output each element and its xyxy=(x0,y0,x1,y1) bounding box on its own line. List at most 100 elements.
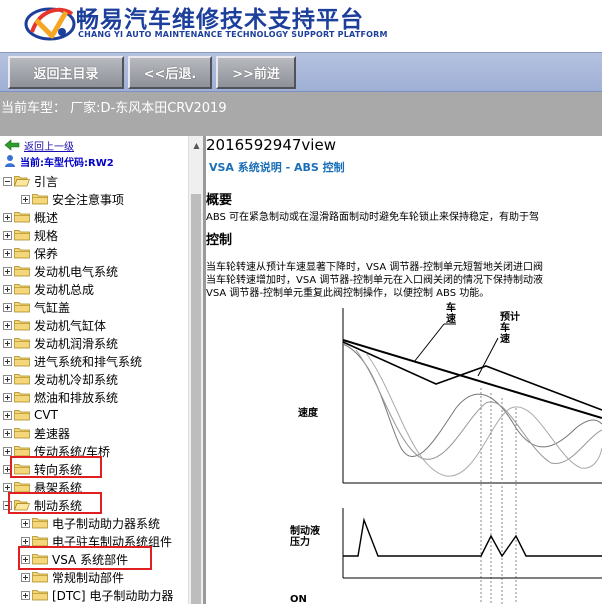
header: 畅易汽车维修技术支持平台 CHANG YI AUTO MAINTENANCE T… xyxy=(0,0,602,52)
expand-icon[interactable] xyxy=(3,230,12,240)
folder-icon xyxy=(14,373,34,385)
expand-icon[interactable] xyxy=(3,266,12,276)
expand-icon[interactable] xyxy=(21,590,30,600)
tree-item[interactable]: 转向系统 xyxy=(3,460,82,478)
folder-icon xyxy=(14,391,34,403)
tree-item[interactable]: 发动机气缸体 xyxy=(3,316,106,334)
app-window: 畅易汽车维修技术支持平台 CHANG YI AUTO MAINTENANCE T… xyxy=(0,0,602,604)
tree-item-label: 引言 xyxy=(34,174,59,189)
folder-icon xyxy=(14,211,34,223)
expand-icon[interactable] xyxy=(21,194,30,204)
expand-icon[interactable] xyxy=(21,518,30,528)
back-up-link[interactable]: 返回上一级 xyxy=(24,138,74,153)
folder-icon xyxy=(32,193,52,205)
back-to-main-button[interactable]: 返回主目录 xyxy=(8,56,124,89)
tree-item[interactable]: 发动机冷却系统 xyxy=(3,370,118,388)
tree-item-label: 转向系统 xyxy=(34,462,83,477)
abs-control-diagram: 车 速 预计 车 速 速度 制动液 压力 ON xyxy=(206,298,602,604)
previous-button[interactable]: <<后退. xyxy=(128,56,212,89)
tree-item-label: 悬架系统 xyxy=(34,480,83,495)
vehicle-speed-label: 车 速 xyxy=(446,303,456,325)
tree-item-label: [DTC] 电子制动助力器 xyxy=(52,588,174,603)
collapse-icon[interactable] xyxy=(3,176,12,186)
tree-item-label: 发动机冷却系统 xyxy=(34,372,119,387)
folder-icon xyxy=(14,301,34,313)
chang-yi-logo-icon xyxy=(24,7,76,41)
tree-item[interactable]: 概述 xyxy=(3,208,58,226)
tree-item[interactable]: 制动系统 xyxy=(3,496,82,514)
tree-item-label: 传动系统/车桥 xyxy=(34,444,111,459)
tree-item-label: 制动系统 xyxy=(34,498,83,513)
tree-item[interactable]: CVT xyxy=(3,406,58,424)
expand-icon[interactable] xyxy=(3,482,12,492)
tree-item[interactable]: 差速器 xyxy=(3,424,70,442)
tree-item[interactable]: 发动机润滑系统 xyxy=(3,334,118,352)
tree-item[interactable]: 发动机总成 xyxy=(3,280,94,298)
tree-item[interactable]: 引言 xyxy=(3,172,58,190)
document-id: 2016592947view xyxy=(206,136,336,154)
overview-text: ABS 可在紧急制动或在湿滑路面制动时避免车轮锁止来保持稳定，有助于驾 xyxy=(206,212,540,223)
tree-item-label: 电子驻车制动系统组件 xyxy=(52,534,173,549)
tree-item-label: 保养 xyxy=(34,246,59,261)
tree-item-label: 发动机总成 xyxy=(34,282,95,297)
expand-icon[interactable] xyxy=(3,320,12,330)
tree-item-label: 进气系统和排气系统 xyxy=(34,354,143,369)
speed-axis-label: 速度 xyxy=(298,408,318,419)
folder-icon xyxy=(14,265,34,277)
tree-item[interactable]: 规格 xyxy=(3,226,58,244)
folder-icon xyxy=(14,337,34,349)
tree-item[interactable]: 燃油和排放系统 xyxy=(3,388,118,406)
expand-icon[interactable] xyxy=(3,428,12,438)
tree-item[interactable]: 常规制动部件 xyxy=(21,568,124,586)
expand-icon[interactable] xyxy=(21,554,30,564)
folder-icon xyxy=(14,427,34,439)
tree-item[interactable]: 气缸盖 xyxy=(3,298,70,316)
expand-icon[interactable] xyxy=(3,356,12,366)
tree-item[interactable]: 安全注意事项 xyxy=(21,190,124,208)
folder-icon xyxy=(32,517,52,529)
nav-bar: 返回主目录 <<后退. >>前进 xyxy=(0,52,602,92)
tree-item-label: 燃油和排放系统 xyxy=(34,390,119,405)
tree-item[interactable]: 传动系统/车桥 xyxy=(3,442,110,460)
tree-item-label: 发动机气缸体 xyxy=(34,318,107,333)
expand-icon[interactable] xyxy=(3,284,12,294)
scrollbar-thumb[interactable] xyxy=(191,194,201,604)
expand-icon[interactable] xyxy=(3,446,12,456)
tree-item-label: 安全注意事项 xyxy=(52,192,125,207)
expand-icon[interactable] xyxy=(3,338,12,348)
scroll-up-arrow-icon[interactable]: ▲ xyxy=(189,138,204,152)
folder-icon xyxy=(14,409,34,421)
abs-diagram-graphic xyxy=(342,308,602,604)
forward-button[interactable]: >>前进 xyxy=(216,56,296,89)
tree-item[interactable]: 保养 xyxy=(3,244,58,262)
expand-icon[interactable] xyxy=(3,212,12,222)
tree-item-label: VSA 系统部件 xyxy=(52,552,129,567)
collapse-icon[interactable] xyxy=(3,500,12,510)
expand-icon[interactable] xyxy=(3,392,12,402)
expand-icon[interactable] xyxy=(3,464,12,474)
tree-item-label: 概述 xyxy=(34,210,59,225)
expand-icon[interactable] xyxy=(3,302,12,312)
folder-icon xyxy=(32,571,52,583)
current-vehicle-code: 当前:车型代码:RW2 xyxy=(20,157,114,169)
control-text: 当车轮转速从预计车速显著下降时，VSA 调节器-控制单元短暂地关闭进口阀 当车轮… xyxy=(206,261,543,300)
tree-item[interactable]: [DTC] 电子制动助力器 xyxy=(21,586,173,604)
tree-item[interactable]: 电子驻车制动系统组件 xyxy=(21,532,172,550)
tree-item[interactable]: 进气系统和排气系统 xyxy=(3,352,142,370)
tree-item[interactable]: 发动机电气系统 xyxy=(3,262,118,280)
control-line: 当车轮转速从预计车速显著下降时，VSA 调节器-控制单元短暂地关闭进口阀 xyxy=(206,262,544,273)
expand-icon[interactable] xyxy=(21,536,30,546)
pressure-axis-label: 制动液 压力 xyxy=(290,526,320,548)
expand-icon[interactable] xyxy=(3,248,12,258)
tree-item[interactable]: 悬架系统 xyxy=(3,478,82,496)
on-label: ON xyxy=(290,594,307,604)
tree-scrollbar[interactable]: ▲ xyxy=(188,136,203,604)
expand-icon[interactable] xyxy=(3,410,12,420)
expand-icon[interactable] xyxy=(3,374,12,384)
tree-item[interactable]: 电子制动助力器系统 xyxy=(21,514,160,532)
tree-item[interactable]: VSA 系统部件 xyxy=(21,550,128,568)
folder-open-icon xyxy=(14,175,34,187)
folder-open-icon xyxy=(14,499,34,511)
expand-icon[interactable] xyxy=(21,572,30,582)
tree-item-label: 差速器 xyxy=(34,426,71,441)
